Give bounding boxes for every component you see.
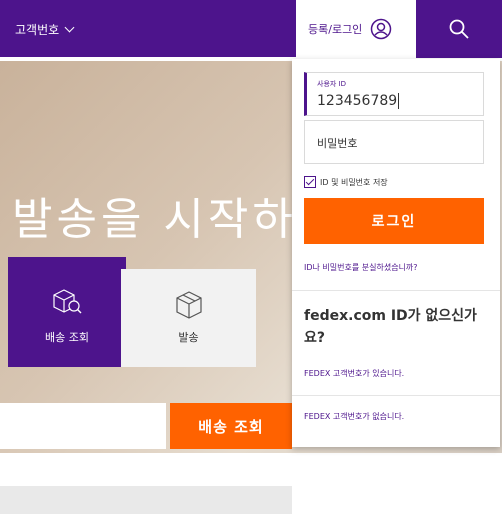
tracking-number-input[interactable] — [0, 403, 166, 449]
tab-ship-label: 발송 — [178, 331, 199, 344]
remember-checkbox[interactable] — [304, 176, 316, 188]
user-id-field[interactable]: 사용자 ID 123456789 — [304, 72, 484, 116]
package-icon — [175, 291, 202, 319]
register-login-label: 등록/로그인 — [308, 23, 363, 36]
tab-track-label: 배송 조회 — [45, 331, 89, 344]
user-icon — [371, 18, 392, 40]
hero-title: 발송을 시작하 — [12, 194, 297, 245]
tab-ship[interactable]: 발송 — [121, 269, 256, 367]
hero-bottom-strip — [0, 486, 292, 514]
remember-me[interactable]: ID 및 비밀번호 저장 — [304, 176, 388, 188]
no-account-link[interactable]: FEDEX 고객번호가 없습니다. — [304, 411, 404, 422]
password-field[interactable]: 비밀번호 — [304, 120, 484, 164]
has-account-link[interactable]: FEDEX 고객번호가 있습니다. — [304, 368, 404, 379]
no-id-heading: fedex.com ID가 없으신가요? — [304, 308, 477, 346]
tab-track[interactable]: 배송 조회 — [8, 257, 126, 367]
divider — [292, 395, 500, 396]
chevron-down-icon — [64, 22, 75, 33]
divider — [292, 290, 500, 291]
search-button[interactable] — [416, 0, 502, 58]
search-icon — [449, 19, 469, 39]
customer-number-dropdown[interactable]: 고객번호 — [15, 21, 75, 38]
text-caret — [398, 93, 400, 109]
top-header: 고객번호 등록/로그인 — [0, 0, 502, 59]
user-id-label: 사용자 ID — [317, 80, 346, 88]
user-id-value: 123456789 — [317, 93, 400, 109]
remember-label: ID 및 비밀번호 저장 — [320, 177, 388, 187]
password-placeholder: 비밀번호 — [317, 137, 358, 150]
package-search-icon — [53, 289, 82, 314]
forgot-credentials-link[interactable]: ID나 비밀번호를 분실하셨습니까? — [304, 262, 418, 273]
login-panel: 사용자 ID 123456789 비밀번호 ID 및 비밀번호 저장 로그인 I… — [292, 59, 500, 447]
track-button[interactable]: 배송 조회 — [170, 403, 292, 449]
register-login-link[interactable]: 등록/로그인 — [296, 0, 416, 58]
hint-text: 십니까? — [0, 460, 30, 470]
user-id-text: 123456789 — [317, 93, 398, 109]
login-button[interactable]: 로그인 — [304, 198, 484, 244]
customer-number-label: 고객번호 — [15, 23, 60, 37]
